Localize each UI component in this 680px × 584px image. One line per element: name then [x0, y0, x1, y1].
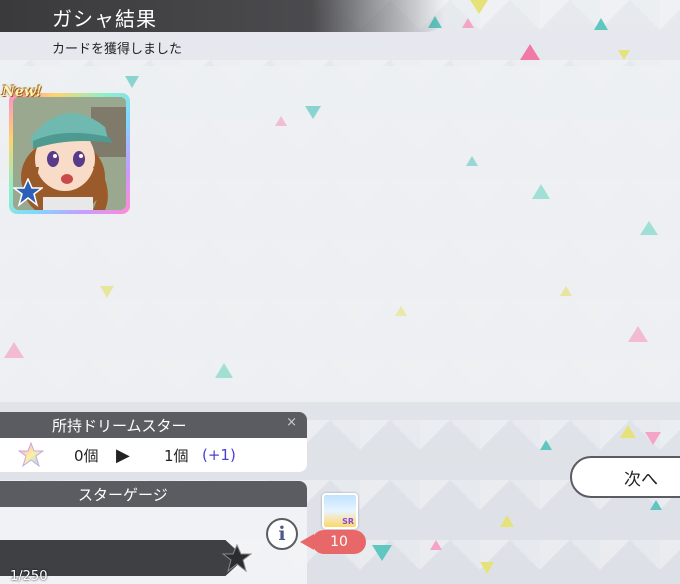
- confetti: [650, 500, 662, 510]
- confetti: [275, 116, 287, 126]
- confetti: [628, 326, 648, 342]
- star-gauge-header: スターゲージ: [0, 481, 307, 507]
- star-gauge-progress: 1/250: [10, 569, 48, 584]
- confetti: [594, 18, 608, 30]
- page-subtitle: カードを獲得しました: [52, 42, 183, 57]
- confetti: [645, 432, 661, 445]
- star-gauge-panel: スターゲージ 1/250: [0, 481, 307, 584]
- page-title: ガシャ結果: [52, 7, 157, 31]
- next-button[interactable]: 次へ: [570, 456, 680, 498]
- confetti: [125, 76, 139, 88]
- confetti: [466, 156, 478, 166]
- confetti: [100, 286, 114, 298]
- confetti: [305, 106, 321, 119]
- confetti: [480, 562, 494, 574]
- dream-star-panel: 所持ドリームスター × 0個 ▶ 1個 (+1): [0, 412, 307, 472]
- confetti: [640, 221, 658, 235]
- confetti: [4, 342, 24, 358]
- ticket-count: 10: [312, 530, 366, 554]
- dream-star-counts: 0個 ▶ 1個 (+1): [0, 438, 307, 472]
- dream-star-delta: (+1): [202, 446, 236, 464]
- gauge-star-icon: [222, 544, 252, 573]
- confetti: [620, 425, 636, 438]
- confetti: [215, 363, 233, 378]
- confetti: [430, 540, 442, 550]
- ticket-rarity: SR: [342, 517, 354, 526]
- dream-star-icon: [18, 442, 44, 468]
- confetti: [500, 515, 514, 527]
- dream-star-title: 所持ドリームスター: [52, 416, 187, 435]
- star-gauge-title: スターゲージ: [78, 485, 168, 504]
- confetti: [540, 440, 552, 450]
- confetti: [618, 50, 630, 60]
- attribute-star-icon: [13, 178, 43, 207]
- new-badge: New!: [2, 84, 42, 100]
- arrow-right-icon: ▶: [116, 444, 130, 466]
- confetti: [372, 545, 392, 561]
- star-gauge-body: 1/250: [0, 507, 307, 584]
- confetti: [470, 0, 488, 14]
- close-icon[interactable]: ×: [286, 415, 297, 430]
- confetti: [520, 44, 540, 60]
- dream-star-after: 1個: [164, 446, 189, 465]
- dream-star-before: 0個: [74, 446, 99, 465]
- confetti: [395, 306, 407, 316]
- dream-star-header: 所持ドリームスター ×: [0, 412, 307, 438]
- confetti: [462, 18, 474, 28]
- confetti: [560, 286, 572, 296]
- info-button[interactable]: i: [266, 518, 298, 550]
- confetti: [532, 184, 550, 199]
- sr-ticket-icon: SR: [322, 493, 358, 529]
